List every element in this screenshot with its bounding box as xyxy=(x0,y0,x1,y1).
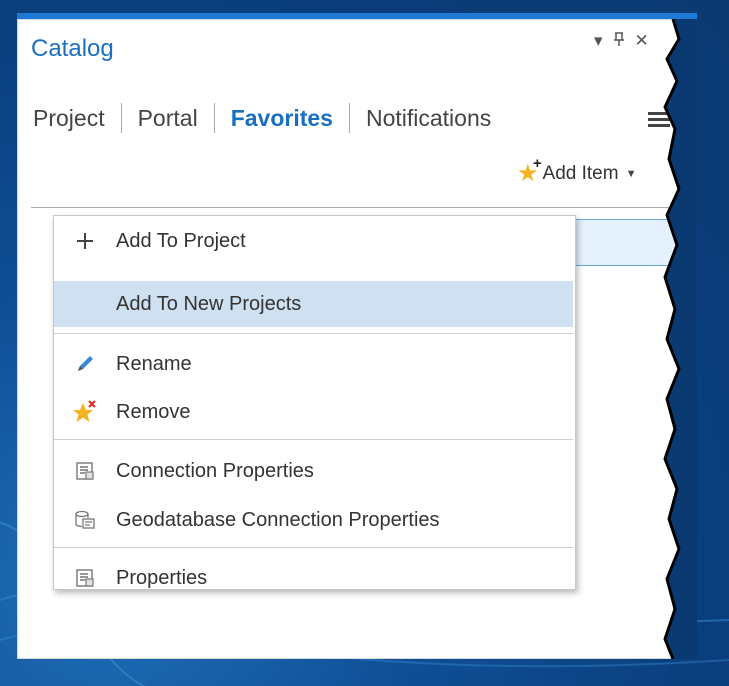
pin-icon[interactable] xyxy=(613,31,625,51)
menu-item-rename[interactable]: Rename xyxy=(54,341,573,387)
tab-favorites[interactable]: Favorites xyxy=(231,105,333,132)
star-remove-icon xyxy=(54,400,116,424)
menu-item-label: Geodatabase Connection Properties xyxy=(116,508,440,531)
pane-tabs: Project Portal Favorites Notifications xyxy=(33,103,491,133)
menu-item-label: Add To Project xyxy=(116,229,246,252)
menu-item-label: Remove xyxy=(116,400,191,423)
menu-item-label: Rename xyxy=(116,352,192,375)
tab-divider xyxy=(348,103,350,133)
menu-item-properties[interactable]: Properties xyxy=(54,555,573,601)
menu-item-add-to-project[interactable]: Add To Project xyxy=(54,218,573,264)
plus-icon xyxy=(54,231,116,251)
menu-separator xyxy=(54,333,573,334)
tab-divider xyxy=(120,103,122,133)
menu-separator xyxy=(54,547,573,548)
menu-item-label: Connection Properties xyxy=(116,459,314,482)
context-menu: Add To Project Add To New Projects Renam… xyxy=(53,215,576,590)
pencil-icon xyxy=(54,354,116,374)
properties-icon xyxy=(54,568,116,588)
pane-dropdown-icon[interactable]: ▾ xyxy=(594,31,603,51)
toolbar-divider xyxy=(31,207,681,208)
close-icon[interactable]: ✕ xyxy=(635,31,649,51)
menu-item-remove[interactable]: Remove xyxy=(54,389,573,435)
chevron-down-icon: ▼ xyxy=(625,168,637,180)
pane-title: Catalog xyxy=(31,35,114,62)
window-controls: ▾ ✕ xyxy=(594,31,649,51)
add-item-label: Add Item xyxy=(542,163,619,184)
menu-item-connection-properties[interactable]: Connection Properties xyxy=(54,448,573,494)
torn-edge xyxy=(663,19,697,659)
menu-item-geodatabase-connection-properties[interactable]: Geodatabase Connection Properties xyxy=(54,497,573,543)
geodatabase-icon xyxy=(54,510,116,530)
add-item-button[interactable]: ★ + Add Item ▼ xyxy=(517,155,637,187)
tab-portal[interactable]: Portal xyxy=(138,105,198,132)
tab-project[interactable]: Project xyxy=(33,105,105,132)
menu-item-label: Add To New Projects xyxy=(116,292,302,315)
menu-item-label: Properties xyxy=(116,566,208,589)
tab-divider xyxy=(213,103,215,133)
tab-notifications[interactable]: Notifications xyxy=(366,105,491,132)
star-add-icon: ★ + xyxy=(517,155,542,187)
menu-item-add-to-new-projects[interactable]: Add To New Projects xyxy=(54,281,573,327)
menu-separator xyxy=(54,439,573,440)
properties-icon xyxy=(54,461,116,481)
